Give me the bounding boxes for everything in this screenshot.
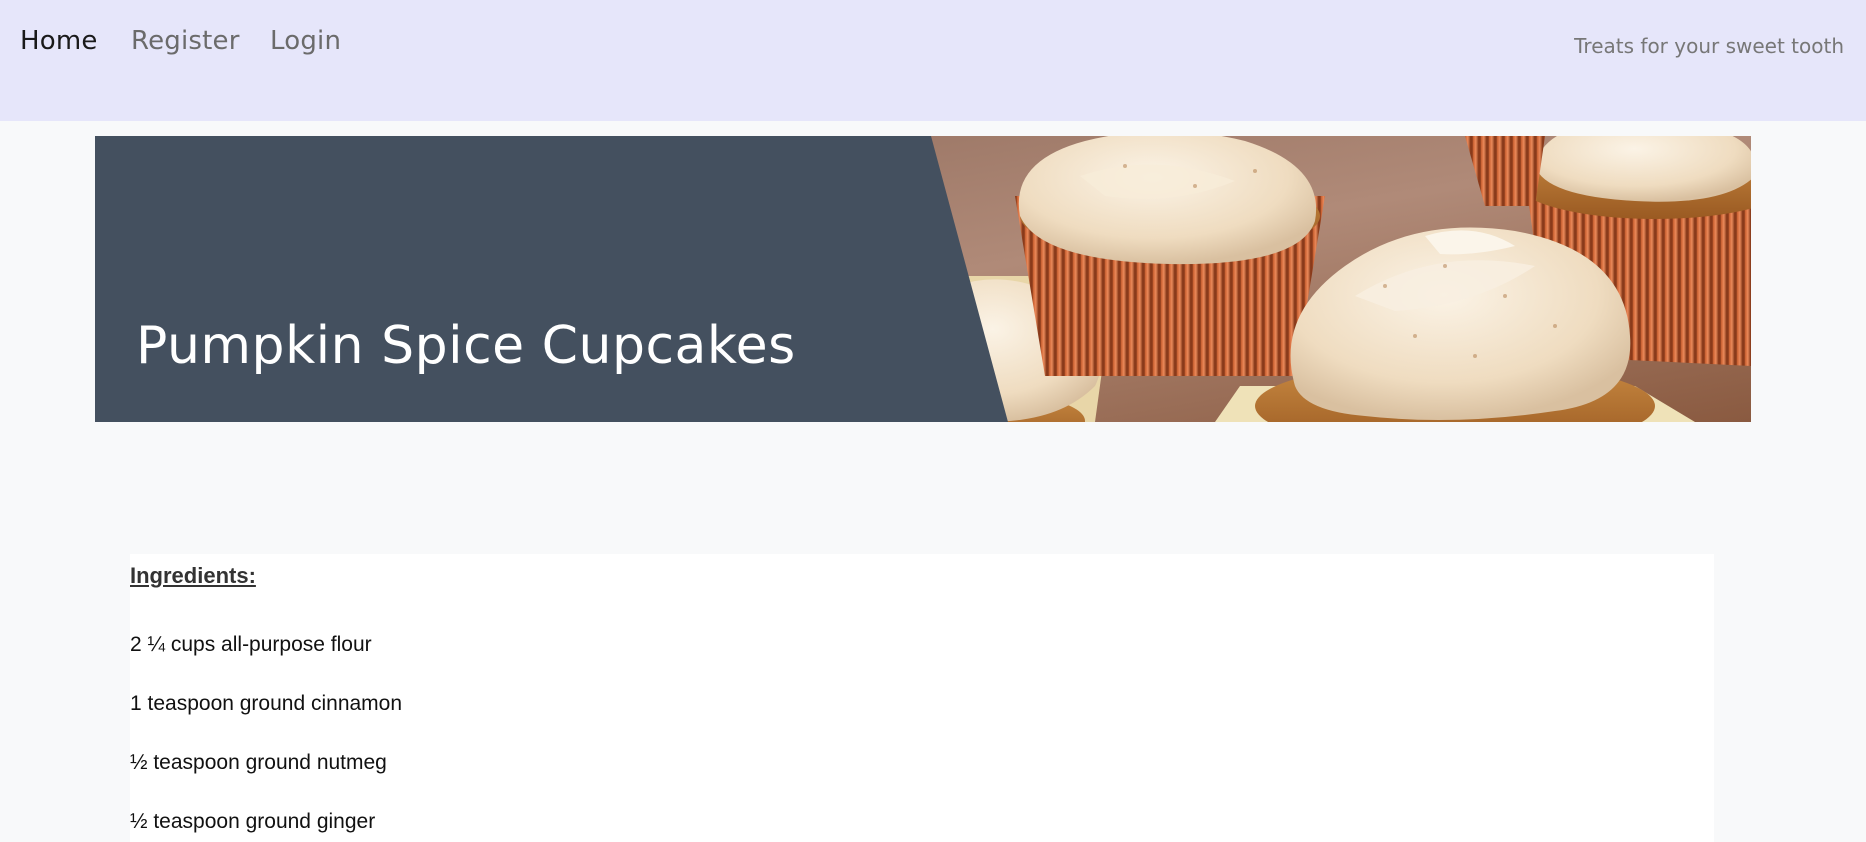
top-navbar: Home Register Login Treats for your swee… (0, 0, 1866, 121)
cupcakes-photo (95, 136, 1751, 422)
recipe-card: Ingredients: 2 ¼ cups all-purpose flour … (130, 554, 1714, 842)
ingredients-heading: Ingredients: (130, 563, 256, 588)
nav-link-register[interactable]: Register (131, 26, 240, 56)
ingredient-item: 1 teaspoon ground cinnamon (130, 692, 403, 715)
ingredient-item: 2 ¼ cups all-purpose flour (130, 633, 372, 656)
page-title: Pumpkin Spice Cupcakes (136, 316, 796, 376)
ingredient-item: ½ teaspoon ground nutmeg (130, 751, 387, 774)
ingredient-item: ½ teaspoon ground ginger (130, 810, 376, 833)
nav-link-login[interactable]: Login (270, 26, 341, 56)
nav-link-home[interactable]: Home (20, 26, 98, 56)
hero-banner: Pumpkin Spice Cupcakes (95, 136, 1751, 422)
site-tagline: Treats for your sweet tooth (1574, 34, 1844, 58)
